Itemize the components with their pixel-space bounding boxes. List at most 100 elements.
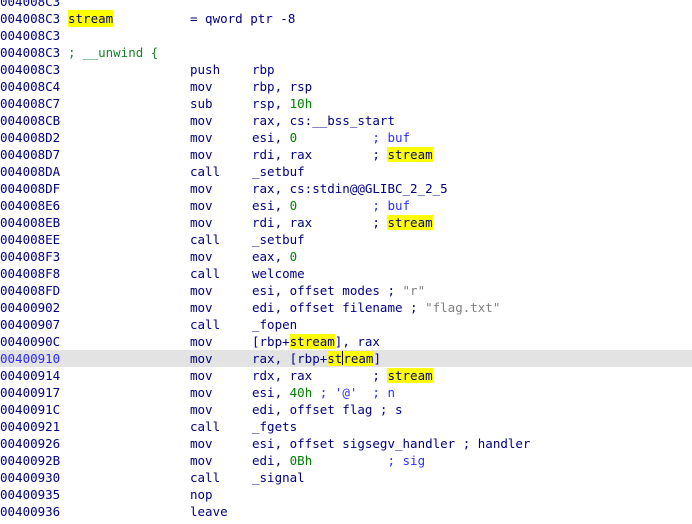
highlighted-identifier[interactable]: stream: [387, 147, 433, 162]
line-address[interactable]: 004008C7: [0, 95, 60, 112]
mnemonic[interactable]: mov: [190, 112, 213, 129]
disasm-line[interactable]: 004008CB mov rax, cs:__bss_start: [0, 112, 692, 129]
line-address[interactable]: 004008E6: [0, 197, 60, 214]
line-address[interactable]: 004008DF: [0, 180, 60, 197]
highlighted-identifier[interactable]: stream: [387, 368, 433, 383]
disasm-line[interactable]: 004008C3: [0, 0, 692, 10]
line-address[interactable]: 00400907: [0, 316, 60, 333]
mnemonic[interactable]: mov: [190, 367, 213, 384]
line-address[interactable]: 004008F3: [0, 248, 60, 265]
operands[interactable]: _setbuf: [252, 231, 305, 248]
operands[interactable]: rdi, rax ; stream: [252, 146, 433, 163]
highlighted-identifier[interactable]: stream: [387, 215, 433, 230]
mnemonic[interactable]: mov: [190, 384, 213, 401]
mnemonic[interactable]: call: [190, 316, 220, 333]
operands[interactable]: rdi, rax ; stream: [252, 214, 433, 231]
mnemonic[interactable]: call: [190, 265, 220, 282]
line-address[interactable]: 004008D2: [0, 129, 60, 146]
disasm-line[interactable]: 004008C3 ; __unwind {: [0, 44, 692, 61]
operands[interactable]: esi, offset modes ; "r": [252, 282, 425, 299]
mnemonic[interactable]: nop: [190, 486, 213, 503]
line-address[interactable]: 00400935: [0, 486, 60, 503]
line-address[interactable]: 0040090C: [0, 333, 60, 350]
disasm-line[interactable]: 00400930 call _signal: [0, 469, 692, 486]
mnemonic[interactable]: mov: [190, 180, 213, 197]
highlighted-identifier[interactable]: stream: [289, 334, 335, 349]
mnemonic[interactable]: mov: [190, 78, 213, 95]
operands[interactable]: [rbp+stream], rax: [252, 333, 380, 350]
disasm-line[interactable]: 00400917 mov esi, 40h ; '@' ; n: [0, 384, 692, 401]
variable-name[interactable]: stream: [68, 10, 114, 27]
disasm-line[interactable]: 004008C4 mov rbp, rsp: [0, 78, 692, 95]
mnemonic[interactable]: mov: [190, 435, 213, 452]
line-address[interactable]: 00400910: [0, 350, 60, 367]
line-address[interactable]: 004008EE: [0, 231, 60, 248]
operands[interactable]: _fgets: [252, 418, 297, 435]
operands[interactable]: edi, offset filename ; "flag.txt": [252, 299, 500, 316]
disasm-line[interactable]: 004008EB mov rdi, rax ; stream: [0, 214, 692, 231]
line-address[interactable]: 004008FD: [0, 282, 60, 299]
operands[interactable]: edi, 0Bh ; sig: [252, 452, 425, 469]
mnemonic[interactable]: call: [190, 163, 220, 180]
line-address[interactable]: 004008D7: [0, 146, 60, 163]
line-address[interactable]: 00400930: [0, 469, 60, 486]
highlighted-identifier[interactable]: st: [327, 351, 343, 366]
disasm-line[interactable]: 004008F8 call welcome: [0, 265, 692, 282]
line-address[interactable]: 0040091C: [0, 401, 60, 418]
disasm-line[interactable]: 004008FD mov esi, offset modes ; "r": [0, 282, 692, 299]
disasm-line[interactable]: 0040090C mov [rbp+stream], rax: [0, 333, 692, 350]
disasm-line[interactable]: 00400936 leave: [0, 503, 692, 520]
disasm-line[interactable]: 0040092B mov edi, 0Bh ; sig: [0, 452, 692, 469]
line-address[interactable]: 004008C3: [0, 61, 60, 78]
mnemonic[interactable]: mov: [190, 350, 213, 367]
mnemonic[interactable]: mov: [190, 282, 213, 299]
disasm-line[interactable]: 0040091C mov edi, offset flag ; s: [0, 401, 692, 418]
line-address[interactable]: 00400936: [0, 503, 60, 520]
disasm-line[interactable]: 004008E6 mov esi, 0 ; buf: [0, 197, 692, 214]
operands[interactable]: rbp, rsp: [252, 78, 312, 95]
disasm-line[interactable]: 004008DA call _setbuf: [0, 163, 692, 180]
operands[interactable]: esi, 40h ; '@' ; n: [252, 384, 395, 401]
mnemonic[interactable]: mov: [190, 248, 213, 265]
operands[interactable]: rdx, rax ; stream: [252, 367, 433, 384]
line-address[interactable]: 004008C3: [0, 0, 60, 10]
disasm-line[interactable]: 004008D7 mov rdi, rax ; stream: [0, 146, 692, 163]
line-address[interactable]: 00400902: [0, 299, 60, 316]
mnemonic[interactable]: mov: [190, 129, 213, 146]
line-address[interactable]: 004008C3: [0, 27, 60, 44]
line-address[interactable]: 004008F8: [0, 265, 60, 282]
line-address[interactable]: 0040092B: [0, 452, 60, 469]
mnemonic[interactable]: push: [190, 61, 220, 78]
mnemonic[interactable]: call: [190, 231, 220, 248]
operands[interactable]: esi, 0 ; buf: [252, 197, 410, 214]
operands[interactable]: edi, offset flag ; s: [252, 401, 403, 418]
operands[interactable]: esi, offset sigsegv_handler ; handler: [252, 435, 530, 452]
mnemonic[interactable]: call: [190, 418, 220, 435]
highlighted-identifier[interactable]: ream: [343, 351, 374, 366]
disasm-line[interactable]: 00400926 mov esi, offset sigsegv_handler ;…: [0, 435, 692, 452]
operands[interactable]: eax, 0: [252, 248, 297, 265]
disasm-line[interactable]: 00400902 mov edi, offset filename ; "flag.…: [0, 299, 692, 316]
line-address[interactable]: 004008EB: [0, 214, 60, 231]
disasm-line[interactable]: 00400910 mov rax, [rbp+stream]: [0, 350, 692, 367]
line-address[interactable]: 004008DA: [0, 163, 60, 180]
mnemonic[interactable]: mov: [190, 401, 213, 418]
operands[interactable]: rbp: [252, 61, 275, 78]
disasm-line[interactable]: 004008EE call _setbuf: [0, 231, 692, 248]
disasm-line[interactable]: 004008D2 mov esi, 0 ; buf: [0, 129, 692, 146]
line-address[interactable]: 004008C3: [0, 10, 60, 27]
mnemonic[interactable]: mov: [190, 333, 213, 350]
operands[interactable]: _fopen: [252, 316, 297, 333]
mnemonic[interactable]: call: [190, 469, 220, 486]
disassembly-view[interactable]: 004008C3 004008C3 stream = qword ptr -8 0040…: [0, 0, 692, 524]
line-address[interactable]: 00400926: [0, 435, 60, 452]
operands[interactable]: welcome: [252, 265, 305, 282]
operands[interactable]: rax, cs:__bss_start: [252, 112, 395, 129]
disasm-line[interactable]: 004008C3 stream = qword ptr -8: [0, 10, 692, 27]
mnemonic[interactable]: mov: [190, 146, 213, 163]
mnemonic[interactable]: mov: [190, 214, 213, 231]
mnemonic[interactable]: mov: [190, 197, 213, 214]
disasm-line[interactable]: 004008F3 mov eax, 0: [0, 248, 692, 265]
disasm-line[interactable]: 004008C7 sub rsp, 10h: [0, 95, 692, 112]
mnemonic[interactable]: mov: [190, 452, 213, 469]
